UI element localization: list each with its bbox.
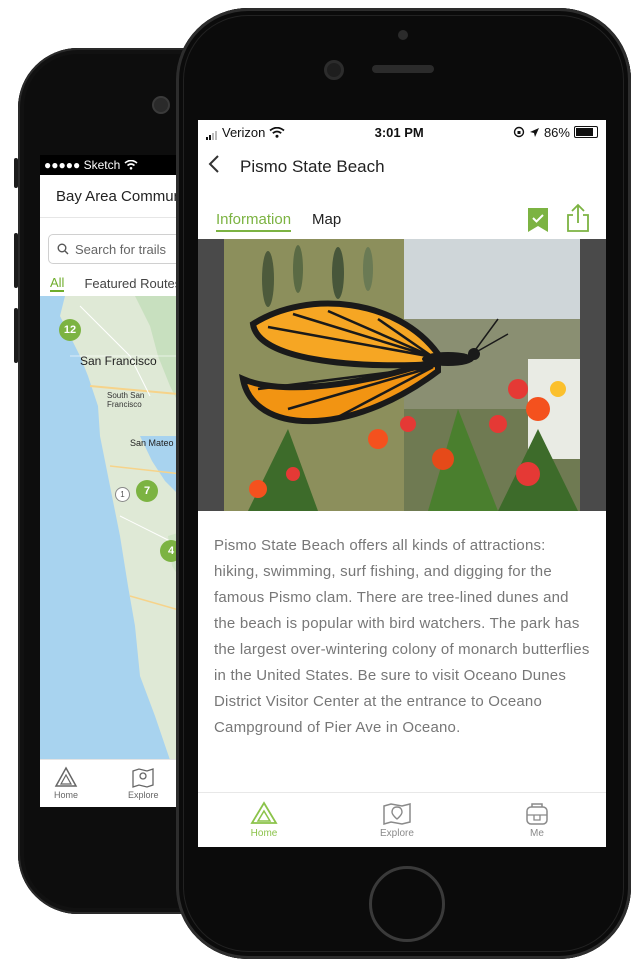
signal-icon [206, 125, 218, 140]
backpack-icon [526, 803, 548, 825]
search-icon [57, 243, 69, 255]
carrier-name: Verizon [222, 124, 266, 140]
map-pin-icon [383, 803, 411, 825]
tab-all[interactable]: All [50, 275, 65, 292]
tab-map[interactable]: Map [312, 211, 341, 228]
battery-icon [573, 126, 598, 138]
battery-percent: 86% [543, 124, 570, 140]
volume-down-button [14, 308, 18, 363]
map-label-san-mateo: San Mateo [130, 438, 174, 448]
tab-explore[interactable]: Explore [380, 801, 414, 839]
tab-information[interactable]: Information [216, 211, 292, 232]
back-tab-explore[interactable]: Explore [128, 766, 159, 800]
home-button[interactable] [369, 866, 445, 942]
orientation-lock-icon [513, 126, 525, 138]
status-time: 3:01 PM [374, 124, 424, 140]
wifi-icon [269, 126, 285, 138]
front-camera [324, 60, 344, 80]
tab-bar: Home Explore Me [198, 792, 606, 847]
page-title: Pismo State Beach [240, 156, 385, 176]
location-arrow-icon [529, 127, 539, 137]
tab-featured-routes[interactable]: Featured Routes [84, 276, 181, 291]
tab-me[interactable]: Me [523, 801, 551, 839]
home-triangle-icon [250, 801, 278, 824]
map-label-san-francisco: San Francisco [80, 354, 157, 368]
back-chevron-icon[interactable] [198, 154, 240, 180]
search-placeholder: Search for trails [75, 241, 167, 257]
status-bar: Verizon 3:01 PM 86% [198, 120, 606, 144]
back-carrier: ●●●●● Sketch [44, 158, 121, 172]
map-cluster-12[interactable]: 12 [59, 319, 81, 341]
trail-search-input[interactable]: Search for trails [48, 234, 192, 264]
front-phone-screen: Verizon 3:01 PM 86% Pismo State Beach In… [198, 120, 606, 847]
back-tab-home[interactable]: Home [54, 766, 78, 800]
map-cluster-7[interactable]: 7 [136, 480, 158, 502]
back-phone-camera [152, 96, 170, 114]
wifi-icon [124, 160, 138, 170]
detail-tabs: Information Map [198, 189, 606, 239]
map-label-south-san: South San [107, 391, 145, 400]
share-icon[interactable] [566, 203, 590, 238]
tab-home[interactable]: Home [250, 801, 278, 839]
monarch-butterfly-photo [198, 239, 606, 511]
proximity-sensor [398, 30, 408, 40]
nav-bar: Pismo State Beach [198, 144, 606, 189]
volume-up-button [14, 233, 18, 288]
map-pin-icon [132, 768, 154, 788]
mute-switch [14, 158, 18, 188]
bookmark-icon[interactable] [527, 207, 549, 238]
map-pin-1[interactable]: 1 [115, 487, 130, 502]
park-description: Pismo State Beach offers all kinds of at… [214, 537, 590, 736]
map-label-francisco: Francisco [107, 400, 142, 409]
home-triangle-icon [54, 766, 78, 787]
earpiece-speaker [372, 65, 434, 73]
